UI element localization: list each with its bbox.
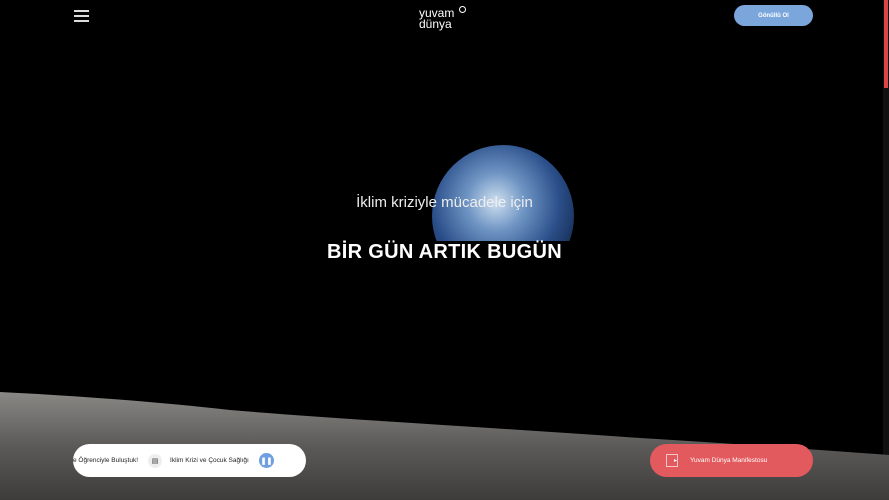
news-ticker[interactable]: e Öğrenciyle Buluştuk! ▤ İklim Krizi ve … bbox=[73, 444, 306, 477]
ticker-item[interactable]: İklim Krizi ve Çocuk Sağlığı bbox=[170, 457, 255, 464]
hero-subtitle: İklim kriziyle mücadele için bbox=[356, 194, 533, 211]
ticker-item[interactable]: e Öğrenciyle Buluştuk! bbox=[73, 457, 138, 464]
manifesto-button[interactable]: ▸ Yuvam Dünya Manifestosu bbox=[650, 444, 813, 477]
play-box-icon: ▸ bbox=[666, 454, 678, 467]
manifesto-label: Yuvam Dünya Manifestosu bbox=[690, 457, 768, 464]
newspaper-icon: ▤ bbox=[148, 453, 163, 468]
hero-title: BİR GÜN ARTIK BUGÜN bbox=[327, 241, 562, 263]
pause-icon[interactable]: ❚❚ bbox=[259, 453, 275, 468]
